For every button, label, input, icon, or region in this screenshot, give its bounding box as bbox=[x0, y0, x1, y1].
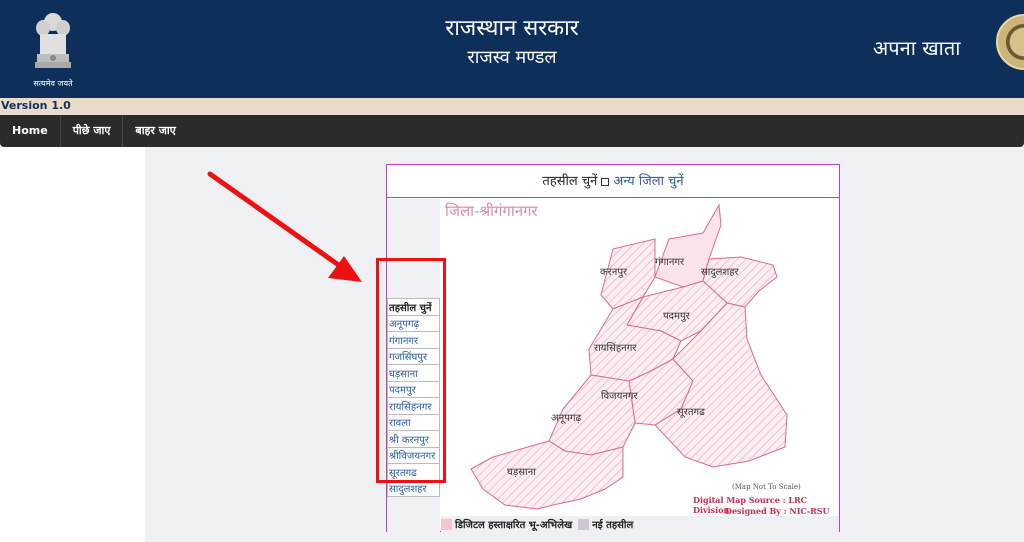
site-title: राजस्थान सरकार bbox=[445, 16, 579, 41]
map-label: घड़साना bbox=[507, 467, 536, 478]
version-label: Version 1.0 bbox=[1, 99, 71, 112]
annotation-highlight-box bbox=[376, 258, 446, 483]
nav-exit[interactable]: बाहर जाए bbox=[123, 115, 187, 147]
panel-heading: तहसील चुनें अन्य जिला चुनें bbox=[387, 165, 839, 198]
legend-swatch-digital bbox=[441, 518, 452, 530]
map-label: सूरतगढ bbox=[677, 407, 705, 418]
emblem-motto: सत्यमेव जयते bbox=[33, 79, 73, 88]
map-label: पदमपुर bbox=[663, 311, 691, 322]
district-map[interactable]: करनपुर गंगानगर सादुलशहर पदमपुर रायसिंहनग… bbox=[441, 199, 839, 515]
version-bar: Version 1.0 bbox=[0, 98, 1024, 115]
map-label: करनपुर bbox=[600, 267, 628, 278]
heading-text: तहसील चुनें bbox=[542, 174, 598, 189]
map-legend: डिजिटल हस्ताक्षरित भू-अभिलेख नई तहसील bbox=[441, 516, 839, 532]
map-label: अनूपगढ़ bbox=[551, 413, 582, 424]
other-district-link[interactable]: अन्य जिला चुनें bbox=[613, 174, 683, 189]
top-nav: Home पीछे जाए बाहर जाए bbox=[0, 115, 1024, 147]
nav-back[interactable]: पीछे जाए bbox=[61, 115, 124, 147]
app-name: अपना खाता bbox=[873, 36, 961, 60]
other-district-checkbox[interactable] bbox=[601, 177, 610, 186]
tehsil-panel: तहसील चुनें अन्य जिला चुनें तहसील चुनें अ… bbox=[386, 164, 840, 532]
map-label: गंगानगर bbox=[655, 256, 685, 268]
nav-home[interactable]: Home bbox=[0, 115, 61, 147]
annotation-arrow-icon bbox=[207, 171, 362, 282]
site-header: सत्यमेव जयते राजस्थान सरकार राजस्व मण्डल… bbox=[0, 0, 1024, 98]
legend-label: नई तहसील bbox=[592, 520, 634, 531]
map-note: (Map Not To Scale) bbox=[732, 483, 801, 491]
map-label: विजयनगर bbox=[601, 390, 639, 402]
legend-label: डिजिटल हस्ताक्षरित भू-अभिलेख bbox=[455, 520, 573, 531]
map-designer: Designed By : NIC-RSU bbox=[725, 506, 830, 516]
site-subtitle: राजस्व मण्डल bbox=[467, 47, 557, 68]
map-label: रायसिंहनगर bbox=[594, 342, 637, 354]
legend-swatch-new bbox=[578, 518, 590, 530]
map-label: सादुलशहर bbox=[701, 267, 740, 278]
